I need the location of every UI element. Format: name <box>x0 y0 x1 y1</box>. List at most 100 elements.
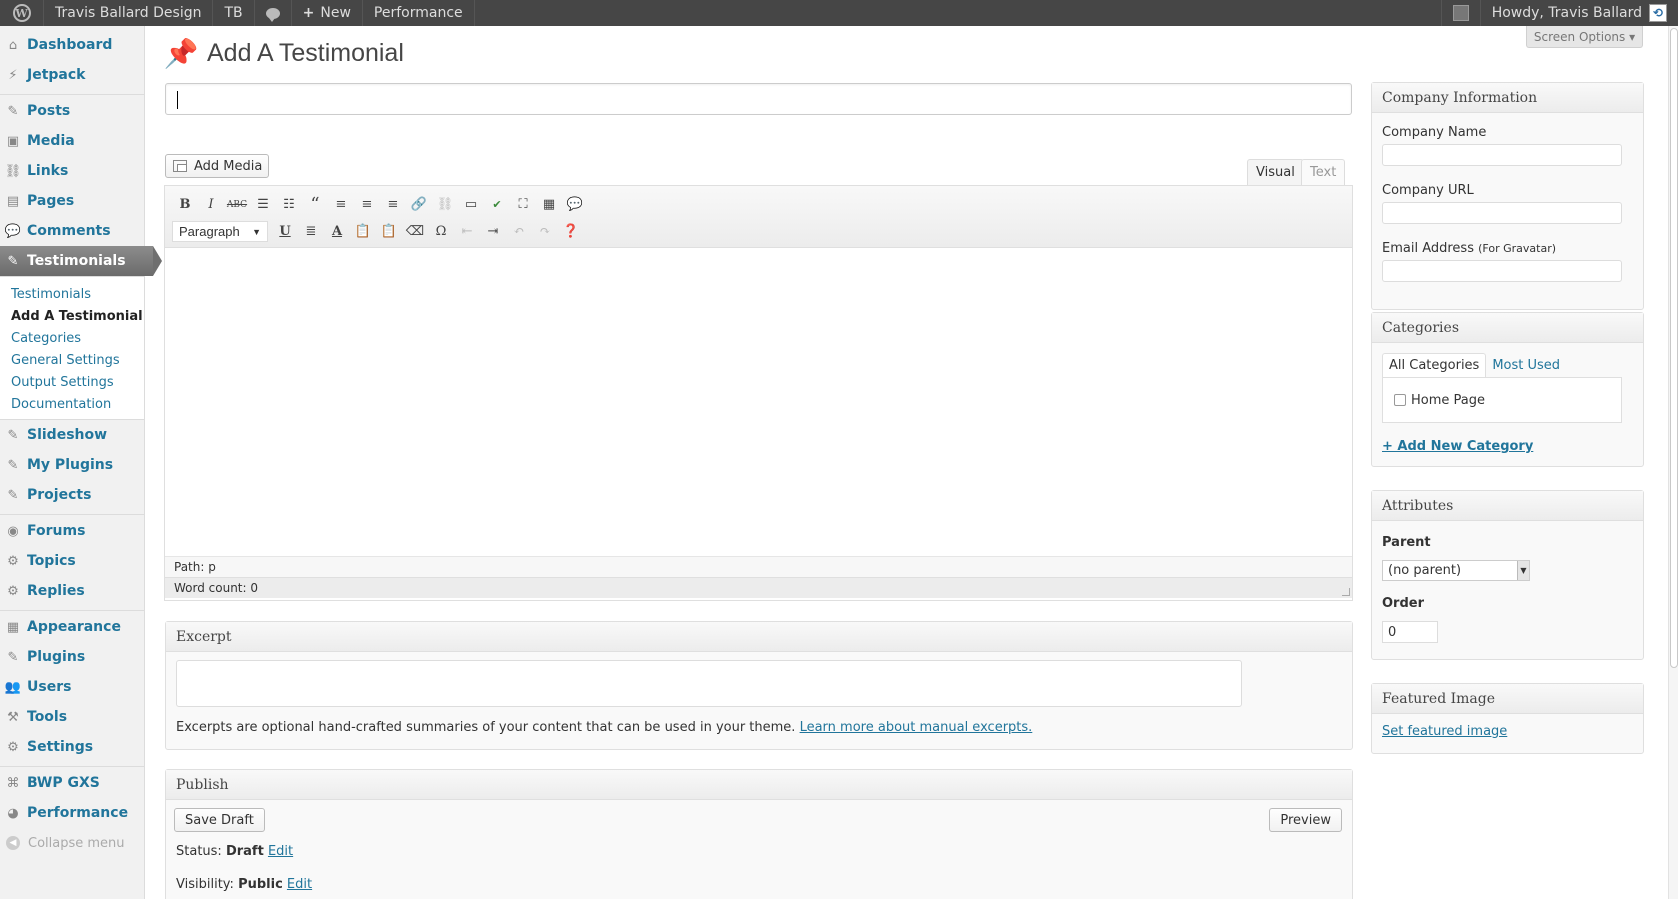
unlink-icon[interactable]: ⛓ <box>432 194 458 216</box>
menu-users[interactable]: 👥 Users <box>0 672 144 702</box>
menu-label: Projects <box>27 487 92 503</box>
submenu-add-testimonial[interactable]: Add A Testimonial <box>0 305 144 327</box>
spellcheck-icon[interactable]: ✔ <box>484 194 510 216</box>
editor-content-area[interactable] <box>165 248 1352 556</box>
resize-handle-icon[interactable] <box>1342 588 1350 596</box>
clear-formatting-icon[interactable]: ⌫ <box>402 221 428 243</box>
scrollbar-thumb[interactable] <box>1670 28 1678 668</box>
submenu-testimonials[interactable]: Testimonials <box>0 283 144 305</box>
undo-icon[interactable]: ↶ <box>506 221 532 243</box>
menu-topics[interactable]: ⚙ Topics <box>0 546 144 576</box>
menu-forums[interactable]: ◉ Forums <box>0 516 144 546</box>
bold-icon[interactable]: B <box>172 194 198 216</box>
edit-status-link[interactable]: Edit <box>268 844 293 859</box>
tab-all-categories[interactable]: All Categories <box>1382 353 1487 377</box>
parent-select[interactable]: (no parent) ▼ <box>1382 560 1530 581</box>
redo-icon[interactable]: ↷ <box>532 221 558 243</box>
company-information-header[interactable]: Company Information <box>1372 83 1643 113</box>
page-scrollbar[interactable] <box>1668 26 1678 899</box>
tb-link[interactable]: TB <box>213 0 255 26</box>
excerpt-header[interactable]: Excerpt <box>166 622 1352 652</box>
menu-testimonials[interactable]: ✎ Testimonials <box>0 246 162 276</box>
testimonial-title-input[interactable] <box>165 83 1352 115</box>
insert-link-icon[interactable]: 🔗 <box>406 194 432 216</box>
learn-more-excerpts-link[interactable]: Learn more about manual excerpts. <box>800 720 1033 735</box>
submenu-output-settings[interactable]: Output Settings <box>0 371 144 393</box>
performance-icon: ◕ <box>7 805 19 821</box>
menu-slideshow[interactable]: ✎ Slideshow <box>0 420 144 450</box>
testimonial-shortcode-icon[interactable]: 💬 <box>562 194 588 216</box>
tab-text[interactable]: Text <box>1301 159 1346 185</box>
status-line: Status: Draft Edit <box>176 844 293 859</box>
text-color-icon[interactable]: A <box>324 221 350 243</box>
menu-jetpack[interactable]: ⚡ Jetpack <box>0 60 144 90</box>
home-page-checkbox[interactable] <box>1394 394 1406 406</box>
publish-header[interactable]: Publish <box>166 770 1352 800</box>
menu-bwp-gxs[interactable]: ⌘ BWP GXS <box>0 768 144 798</box>
link-icon: ⛓ <box>4 163 22 179</box>
fullscreen-icon[interactable]: ⛶ <box>510 194 536 216</box>
collapse-menu-button[interactable]: ◀ Collapse menu <box>0 828 144 858</box>
menu-my-plugins[interactable]: ✎ My Plugins <box>0 450 144 480</box>
special-character-icon[interactable]: Ω <box>428 221 454 243</box>
more-tag-icon[interactable]: ▭ <box>458 194 484 216</box>
add-new-category-link[interactable]: + Add New Category <box>1382 439 1633 454</box>
paste-text-icon[interactable]: 📋 <box>350 221 376 243</box>
menu-tools[interactable]: ⚒ Tools <box>0 702 144 732</box>
wordpress-logo-button[interactable]: W <box>0 0 44 26</box>
save-draft-button[interactable]: Save Draft <box>174 808 265 832</box>
email-input[interactable] <box>1382 260 1622 282</box>
excerpt-textarea[interactable] <box>176 660 1242 707</box>
featured-image-header[interactable]: Featured Image <box>1372 684 1643 714</box>
menu-posts[interactable]: ✎ Posts <box>0 96 144 126</box>
performance-link[interactable]: Performance <box>363 0 475 26</box>
tab-visual[interactable]: Visual <box>1247 159 1304 185</box>
underline-icon[interactable]: U <box>272 221 298 243</box>
menu-links[interactable]: ⛓ Links <box>0 156 144 186</box>
submenu-general-settings[interactable]: General Settings <box>0 349 144 371</box>
outdent-icon[interactable]: ⇤ <box>454 221 480 243</box>
align-right-icon[interactable]: ≡ <box>380 194 406 216</box>
order-input[interactable]: 0 <box>1382 621 1438 643</box>
strikethrough-icon[interactable]: ABC <box>224 194 250 216</box>
user-avatar-button[interactable] <box>1440 0 1480 26</box>
preview-button[interactable]: Preview <box>1269 808 1342 832</box>
paste-word-icon[interactable]: 📋 <box>376 221 402 243</box>
company-name-input[interactable] <box>1382 144 1622 166</box>
new-content-button[interactable]: + New <box>292 0 363 26</box>
comments-button[interactable] <box>255 0 292 26</box>
indent-icon[interactable]: ⇥ <box>480 221 506 243</box>
menu-projects[interactable]: ✎ Projects <box>0 480 144 510</box>
menu-comments[interactable]: 💬 Comments <box>0 216 144 246</box>
screen-options-button[interactable]: Screen Options ▾ <box>1526 26 1643 48</box>
site-name-link[interactable]: Travis Ballard Design <box>44 0 214 26</box>
submenu-categories[interactable]: Categories <box>0 327 144 349</box>
menu-appearance[interactable]: ▦ Appearance <box>0 612 144 642</box>
tab-most-used[interactable]: Most Used <box>1486 353 1566 377</box>
edit-visibility-link[interactable]: Edit <box>287 877 312 892</box>
menu-media[interactable]: ▣ Media <box>0 126 144 156</box>
attributes-header[interactable]: Attributes <box>1372 491 1643 521</box>
submenu-documentation[interactable]: Documentation <box>0 393 144 415</box>
add-media-button[interactable]: Add Media <box>165 154 269 178</box>
justify-icon[interactable]: ≣ <box>298 221 324 243</box>
kitchen-sink-icon[interactable]: ▦ <box>536 194 562 216</box>
help-icon[interactable]: ❓ <box>558 221 584 243</box>
company-url-input[interactable] <box>1382 202 1622 224</box>
align-center-icon[interactable]: ≡ <box>354 194 380 216</box>
set-featured-image-link[interactable]: Set featured image <box>1382 724 1507 739</box>
menu-replies[interactable]: ⚙ Replies <box>0 576 144 606</box>
menu-pages[interactable]: ▤ Pages <box>0 186 144 216</box>
menu-dashboard[interactable]: ⌂ Dashboard <box>0 30 144 60</box>
format-select[interactable]: Paragraph ▼ <box>172 221 268 242</box>
align-left-icon[interactable]: ≡ <box>328 194 354 216</box>
my-account-button[interactable]: Howdy, Travis Ballard ⟲ <box>1479 0 1678 26</box>
menu-settings[interactable]: ⚙ Settings <box>0 732 144 762</box>
numbered-list-icon[interactable]: ☷ <box>276 194 302 216</box>
bulleted-list-icon[interactable]: ☰ <box>250 194 276 216</box>
italic-icon[interactable]: I <box>198 194 224 216</box>
menu-performance[interactable]: ◕ Performance <box>0 798 144 828</box>
categories-header[interactable]: Categories <box>1372 313 1643 343</box>
blockquote-icon[interactable]: “ <box>302 194 328 216</box>
menu-plugins[interactable]: ✎ Plugins <box>0 642 144 672</box>
